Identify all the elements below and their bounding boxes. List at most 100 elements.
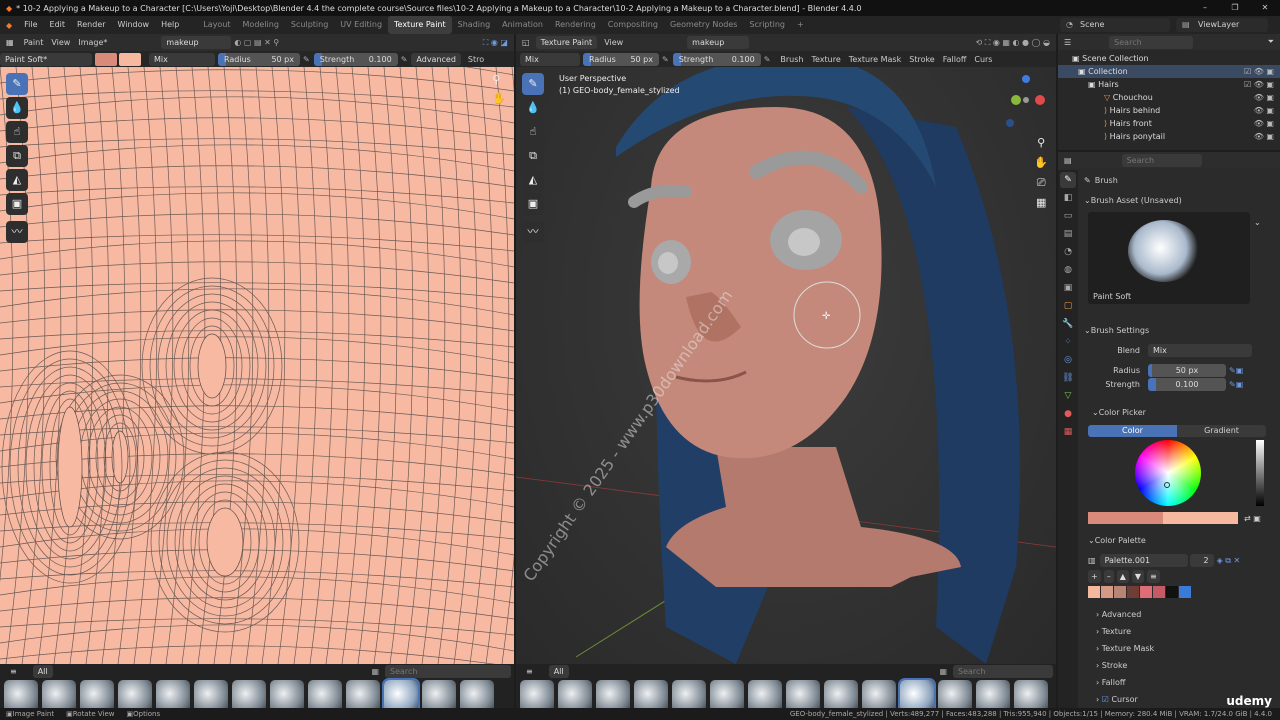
collection-tab-icon[interactable]: ▣ <box>1060 280 1076 296</box>
menu-window[interactable]: Window <box>112 16 156 34</box>
visibility-icons[interactable]: 👁 ▣ <box>1254 117 1274 130</box>
palette-icon[interactable]: ▥ <box>1088 556 1096 565</box>
fill-tool-icon[interactable]: ◭ <box>6 169 28 191</box>
visibility-icons[interactable]: 👁 ▣ <box>1254 130 1274 143</box>
viewport-blend-select[interactable]: Mix <box>520 52 580 66</box>
shelf-view-icon[interactable]: ▦ <box>371 667 379 676</box>
outliner-row-collection[interactable]: ▣ Collection ☑ 👁 ▣ <box>1058 65 1280 78</box>
properties-search-input[interactable]: Search <box>1121 153 1202 167</box>
visibility-icons[interactable]: ☑ 👁 ▣ <box>1244 78 1274 91</box>
viewport-pressure-icon[interactable]: ✎ <box>662 55 669 64</box>
outliner-editor-icon[interactable]: ☰ <box>1064 38 1071 47</box>
viewport-menu-view[interactable]: View <box>604 38 623 47</box>
viewport-menu-texture-mask[interactable]: Texture Mask <box>849 55 901 64</box>
tab-texture-paint[interactable]: Texture Paint <box>388 16 452 34</box>
outliner-search-input[interactable]: Search <box>1109 35 1194 49</box>
tab-rendering[interactable]: Rendering <box>549 16 602 34</box>
viewport-zoom-icon[interactable]: ⚲ <box>1034 133 1048 153</box>
shelf-menu-icon[interactable]: ≡ <box>10 667 17 676</box>
tab-animation[interactable]: Animation <box>496 16 549 34</box>
pressure-icon[interactable]: ✎ <box>303 55 310 64</box>
brush-selector[interactable]: Paint Soft* <box>0 52 92 66</box>
shelf-filter-all-2[interactable]: All <box>548 664 569 678</box>
scene-selector[interactable]: ◔ Scene <box>1060 18 1170 32</box>
asset-dropdown-icon[interactable]: ⌄ <box>1254 218 1261 227</box>
editor-type-icon[interactable]: ▦ <box>0 38 20 47</box>
3d-viewport[interactable]: ✛ Copyright © 2025 - www.p30download.com… <box>516 67 1056 664</box>
brush-asset-panel-header[interactable]: ⌄ Brush Asset (Unsaved) <box>1084 192 1274 208</box>
palette-add-button[interactable]: + <box>1088 570 1101 583</box>
outliner-row-chouchou[interactable]: ▽ Chouchou 👁 ▣ <box>1058 91 1280 104</box>
render-tab-icon[interactable]: ◧ <box>1060 190 1076 206</box>
viewport-annotate-tool-icon[interactable]: 〰 <box>522 221 544 243</box>
menu-help[interactable]: Help <box>155 16 185 34</box>
image-ops-icons[interactable]: ◐ ▢ ▤ ✕ ⚲ <box>234 38 279 47</box>
menu-render[interactable]: Render <box>71 16 111 34</box>
visibility-icons[interactable]: 👁 ▣ <box>1254 91 1274 104</box>
maximize-button[interactable]: ❐ <box>1220 0 1250 16</box>
tab-scripting[interactable]: Scripting <box>743 16 791 34</box>
palette-sort-button[interactable]: ≡ <box>1147 570 1160 583</box>
properties-radius-field[interactable]: 50 px <box>1148 364 1226 377</box>
cursor-panel-header[interactable]: › ☑ Cursor <box>1096 691 1154 708</box>
viewport-menu-brush[interactable]: Brush <box>780 55 803 64</box>
palette-move-down-button[interactable]: ▼ <box>1131 570 1145 583</box>
view-layer-tab-icon[interactable]: ▤ <box>1060 226 1076 242</box>
outliner-row-scene-collection[interactable]: ▣ Scene Collection <box>1058 52 1280 65</box>
navigation-gizmo[interactable] <box>1004 73 1048 129</box>
data-tab-icon[interactable]: ▽ <box>1060 388 1076 404</box>
texture-tab-icon[interactable]: ▦ <box>1060 424 1076 440</box>
outliner-row-hairs-ponytail[interactable]: ⟩ Hairs ponytail 👁 ▣ <box>1058 130 1280 143</box>
mode-select[interactable]: Texture Paint <box>535 36 598 49</box>
mode-paint[interactable]: Paint <box>24 38 44 47</box>
viewport-image-select[interactable]: makeup <box>687 36 750 49</box>
strength-field[interactable]: Strength 0.100 <box>313 52 398 66</box>
properties-strength-field[interactable]: 0.100 <box>1148 378 1226 391</box>
color-picker-panel-header[interactable]: ⌄ Color Picker <box>1092 404 1146 420</box>
palette-swatch[interactable] <box>1166 586 1178 598</box>
shelf-filter-all[interactable]: All <box>32 664 53 678</box>
visibility-icons[interactable]: ☑ 👁 ▣ <box>1244 65 1274 78</box>
soften-tool-icon[interactable]: 💧 <box>6 97 28 119</box>
blend-mode-select[interactable]: Mix <box>149 52 215 66</box>
tab-layout[interactable]: Layout <box>197 16 236 34</box>
texture-mask-panel-header[interactable]: › Texture Mask <box>1096 640 1154 657</box>
secondary-color-field[interactable] <box>1163 512 1238 524</box>
pressure-icon-2[interactable]: ✎ <box>401 55 408 64</box>
viewport-pan-icon[interactable]: ✋ <box>1034 153 1048 173</box>
world-tab-icon[interactable]: ◍ <box>1060 262 1076 278</box>
strength-pressure-icon[interactable]: ✎▣ <box>1229 380 1243 389</box>
viewport-shading-icons[interactable]: ⟲ ⛶ ◉ ▦ ◐ ● ◯ ◒ <box>975 38 1056 48</box>
viewport-clone-tool-icon[interactable]: ⧉ <box>522 145 544 167</box>
tab-compositing[interactable]: Compositing <box>602 16 664 34</box>
viewport-soften-tool-icon[interactable]: 💧 <box>522 97 544 119</box>
swap-colors-icon[interactable]: ⇄ ▣ <box>1244 514 1261 523</box>
camera-view-icon[interactable]: ⎚ <box>1034 173 1048 193</box>
gradient-tab[interactable]: Gradient <box>1177 425 1266 437</box>
palette-users[interactable]: 2 <box>1189 554 1214 567</box>
viewport-radius-field[interactable]: Radius 50 px <box>583 52 659 66</box>
tool-tab-icon[interactable]: ✎ <box>1060 172 1076 188</box>
draw-tool-icon[interactable]: ✎ <box>6 73 28 95</box>
advanced-menu[interactable]: Advanced <box>411 52 461 66</box>
brush-settings-panel-header[interactable]: ⌄ Brush Settings <box>1084 322 1149 338</box>
palette-swatch[interactable] <box>1114 586 1126 598</box>
visibility-icons[interactable]: 👁 ▣ <box>1254 104 1274 117</box>
scene-tab-icon[interactable]: ◔ <box>1060 244 1076 260</box>
properties-editor-icon[interactable]: ▤ <box>1064 156 1072 165</box>
palette-swatch[interactable] <box>1153 586 1165 598</box>
outliner-row-hairs-front[interactable]: ⟩ Hairs front 👁 ▣ <box>1058 117 1280 130</box>
uv-canvas[interactable]: ✎ 💧 ☝ ⧉ ◭ ▣ 〰 ⚲ ✋ <box>0 67 514 664</box>
falloff-panel-header[interactable]: › Falloff <box>1096 674 1154 691</box>
annotate-tool-icon[interactable]: 〰 <box>6 221 28 243</box>
shelf-search-input[interactable]: Search <box>385 664 511 678</box>
clone-tool-icon[interactable]: ⧉ <box>6 145 28 167</box>
primary-color-swatch[interactable] <box>95 52 117 66</box>
viewport-mask-tool-icon[interactable]: ▣ <box>522 193 544 215</box>
stroke-menu[interactable]: Stro <box>468 55 484 64</box>
menu-image[interactable]: Image* <box>78 38 107 47</box>
viewport-menu-falloff[interactable]: Falloff <box>943 55 967 64</box>
pan-hand-icon[interactable]: ✋ <box>492 92 506 105</box>
color-tab[interactable]: Color <box>1088 425 1177 437</box>
stroke-panel-header[interactable]: › Stroke <box>1096 657 1154 674</box>
